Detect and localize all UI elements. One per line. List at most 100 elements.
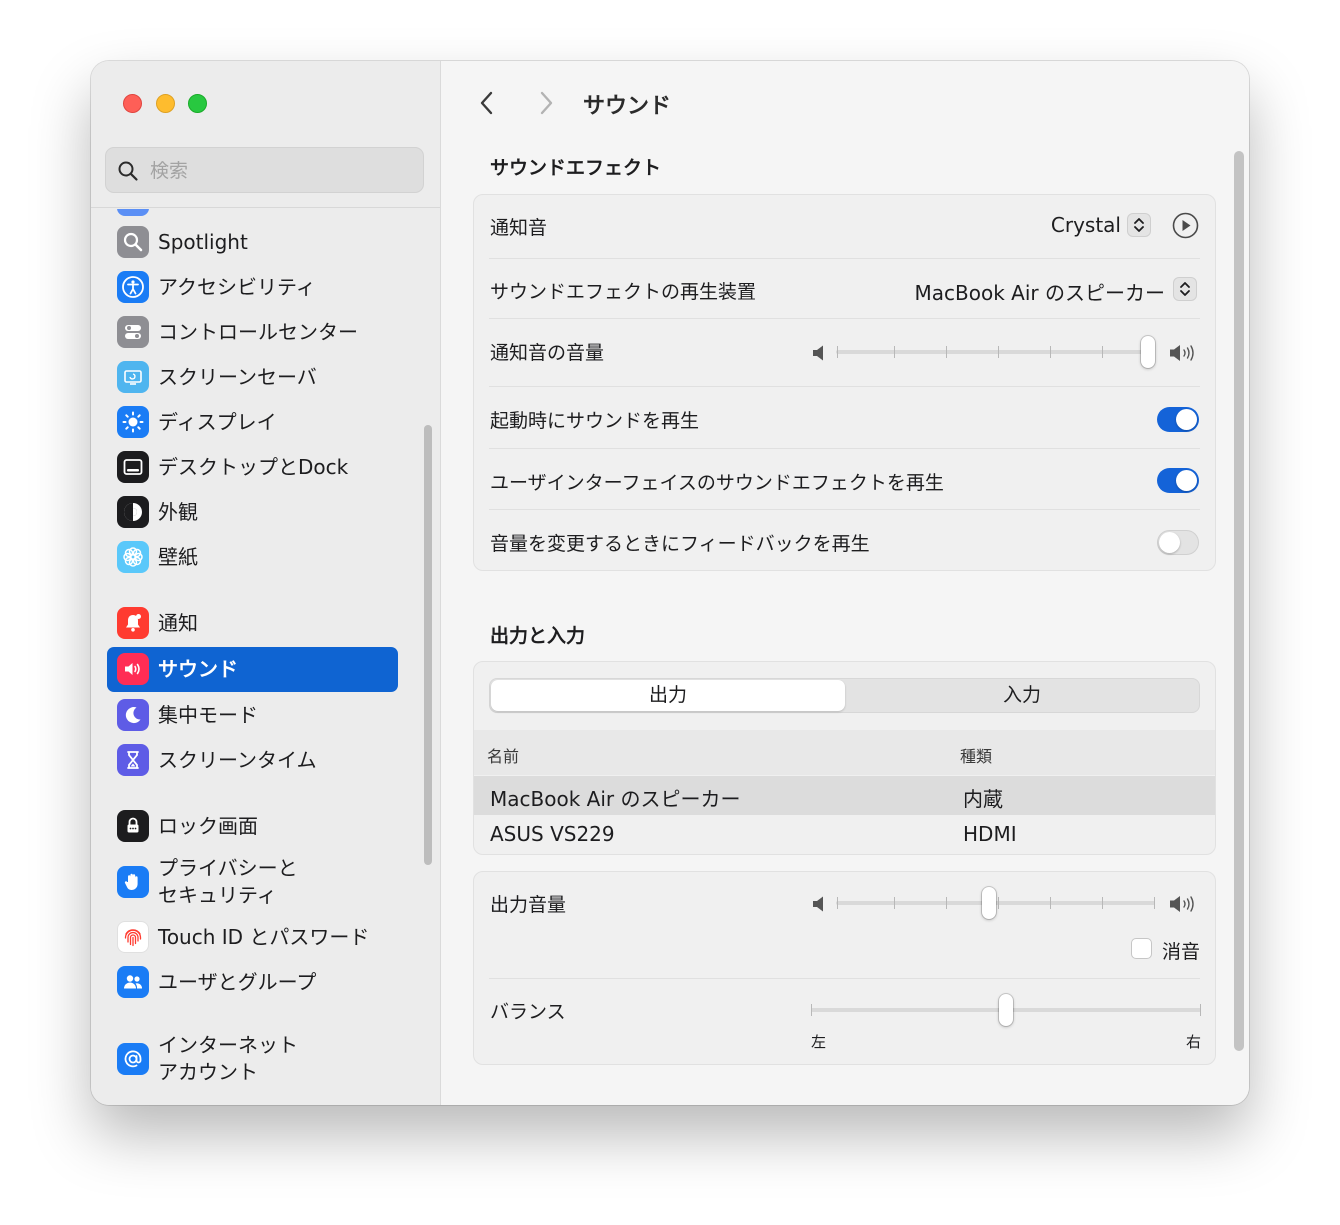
- alert-sound-value[interactable]: Crystal: [1051, 213, 1121, 237]
- slider-tick: [1050, 897, 1051, 909]
- page-title: サウンド: [583, 94, 672, 119]
- tab-input[interactable]: 入力: [845, 680, 1199, 711]
- sidebar-item-desktop-dock[interactable]: デスクトップとDock: [107, 447, 398, 487]
- sidebar-item-screen-time[interactable]: スクリーンタイム: [107, 740, 398, 780]
- slider-tick: [837, 346, 838, 358]
- close-button[interactable]: [123, 94, 142, 113]
- table-row[interactable]: MacBook Air のスピーカー 内蔵: [474, 776, 1215, 815]
- startup-sound-toggle[interactable]: [1157, 407, 1199, 432]
- row-separator: [489, 978, 1200, 979]
- search-icon: [118, 161, 138, 181]
- sidebar-item-lock-screen[interactable]: ロック画面: [107, 806, 398, 846]
- main-panel: サウンド サウンドエフェクト 通知音 Crystal サウンドエフェクトの再生装…: [441, 61, 1249, 1105]
- sidebar-item-privacy-security[interactable]: プライバシーと セキュリティ: [107, 850, 398, 914]
- search-field[interactable]: [105, 147, 424, 193]
- sound-effects-card: 通知音 Crystal サウンドエフェクトの再生装置 MacBook Air の…: [473, 194, 1216, 571]
- sidebar-item-label: コントロールセンター: [158, 319, 358, 344]
- slider-knob[interactable]: [982, 887, 996, 919]
- row-separator: [489, 386, 1200, 387]
- slider-tick: [1050, 346, 1051, 358]
- sidebar-item-label: ディスプレイ: [158, 409, 277, 434]
- play-alert-button[interactable]: [1172, 212, 1199, 239]
- search-input[interactable]: [148, 156, 412, 186]
- sidebar-item-users-groups[interactable]: ユーザとグループ: [107, 962, 398, 1002]
- appearance-icon: [117, 496, 149, 528]
- sidebar-item-display[interactable]: ディスプレイ: [107, 402, 398, 442]
- table-row[interactable]: ASUS VS229 HDMI: [474, 815, 1215, 854]
- sidebar-item-label: ロック画面: [158, 813, 258, 838]
- slider-tick: [811, 1004, 812, 1016]
- balance-slider[interactable]: [811, 993, 1201, 1027]
- column-header-type[interactable]: 種類: [960, 743, 992, 767]
- sidebar-item-label: 壁紙: [158, 544, 198, 569]
- output-volume-slider[interactable]: [836, 886, 1155, 920]
- output-input-card: 出力 入力 名前 種類 MacBook Air のスピーカー 内蔵 ASUS V…: [473, 661, 1216, 855]
- sidebar-item-focus[interactable]: 集中モード: [107, 695, 398, 735]
- forward-button[interactable]: [531, 89, 559, 117]
- section-title-sound-effects: サウンドエフェクト: [490, 157, 662, 179]
- sidebar-item-label: スクリーンタイム: [158, 747, 317, 772]
- sidebar-scrollbar[interactable]: [424, 425, 432, 865]
- play-through-popup[interactable]: [1173, 277, 1197, 301]
- focus-moon-icon: [117, 699, 149, 731]
- main-scrollbar[interactable]: [1234, 151, 1244, 1051]
- sidebar-item-appearance[interactable]: 外観: [107, 492, 398, 532]
- section-title-output-input: 出力と入力: [490, 625, 586, 647]
- slider-track: [836, 350, 1155, 354]
- sidebar-item-label: ユーザとグループ: [158, 969, 317, 994]
- up-down-chevron-icon: [1134, 218, 1144, 232]
- slider-tick: [1154, 897, 1155, 909]
- sidebar-item-partial[interactable]: [107, 1099, 398, 1105]
- sidebar: Spotlight アクセシビリティ コントロールセンター スクリーンセーバ: [91, 61, 441, 1105]
- balance-label: バランス: [490, 1001, 566, 1023]
- sidebar-item-notifications[interactable]: 通知: [107, 603, 398, 643]
- wallpaper-icon: [117, 541, 149, 573]
- sidebar-item-control-center[interactable]: コントロールセンター: [107, 312, 398, 352]
- sidebar-item-label: インターネット アカウント: [158, 1033, 298, 1084]
- sidebar-item-wallpaper[interactable]: 壁紙: [107, 537, 398, 577]
- alert-sound-popup[interactable]: [1127, 213, 1151, 237]
- toggle-knob: [1176, 409, 1197, 430]
- display-icon: [117, 406, 149, 438]
- sidebar-item-touch-id[interactable]: Touch ID とパスワード: [107, 917, 398, 957]
- sidebar-item-internet-accounts[interactable]: インターネット アカウント: [107, 1027, 398, 1091]
- device-table-header: 名前 種類: [474, 730, 1215, 775]
- sound-icon: [117, 653, 149, 685]
- general-icon: [117, 209, 149, 216]
- sidebar-item-accessibility[interactable]: アクセシビリティ: [107, 267, 398, 307]
- hourglass-icon: [117, 744, 149, 776]
- sidebar-item-hidden[interactable]: [107, 209, 398, 217]
- slider-knob[interactable]: [1141, 336, 1155, 368]
- sidebar-item-screensaver[interactable]: スクリーンセーバ: [107, 357, 398, 397]
- sidebar-item-spotlight[interactable]: Spotlight: [107, 222, 398, 262]
- sidebar-item-label: サウンド: [158, 657, 238, 681]
- slider-tick: [946, 346, 947, 358]
- device-name: MacBook Air のスピーカー: [490, 787, 741, 811]
- volume-feedback-toggle[interactable]: [1157, 530, 1199, 555]
- speaker-high-icon: [1170, 896, 1194, 912]
- slider-knob[interactable]: [999, 994, 1013, 1026]
- sidebar-item-label: 外観: [158, 499, 198, 524]
- minimize-button[interactable]: [156, 94, 175, 113]
- zoom-button[interactable]: [188, 94, 207, 113]
- screensaver-icon: [117, 361, 149, 393]
- volume-feedback-label: 音量を変更するときにフィードバックを再生: [490, 533, 870, 555]
- back-button[interactable]: [474, 89, 502, 117]
- play-through-value[interactable]: MacBook Air のスピーカー: [915, 277, 1165, 306]
- startup-sound-label: 起動時にサウンドを再生: [490, 410, 700, 432]
- speaker-low-icon: [813, 896, 823, 912]
- ui-sound-toggle[interactable]: [1157, 468, 1199, 493]
- slider-tick: [1102, 346, 1103, 358]
- internet-accounts-icon: [117, 1043, 149, 1075]
- sidebar-item-label: デスクトップとDock: [158, 454, 349, 479]
- sidebar-item-label: Touch ID とパスワード: [158, 924, 370, 949]
- mute-checkbox[interactable]: [1131, 938, 1152, 959]
- sidebar-item-sound[interactable]: サウンド: [107, 647, 398, 692]
- alert-volume-slider[interactable]: [836, 335, 1155, 369]
- slider-tick: [1102, 897, 1103, 909]
- desktop-dock-icon: [117, 451, 149, 483]
- tab-output[interactable]: 出力: [491, 680, 845, 711]
- slider-tick: [998, 897, 999, 909]
- column-header-name[interactable]: 名前: [487, 743, 519, 767]
- control-center-icon: [117, 316, 149, 348]
